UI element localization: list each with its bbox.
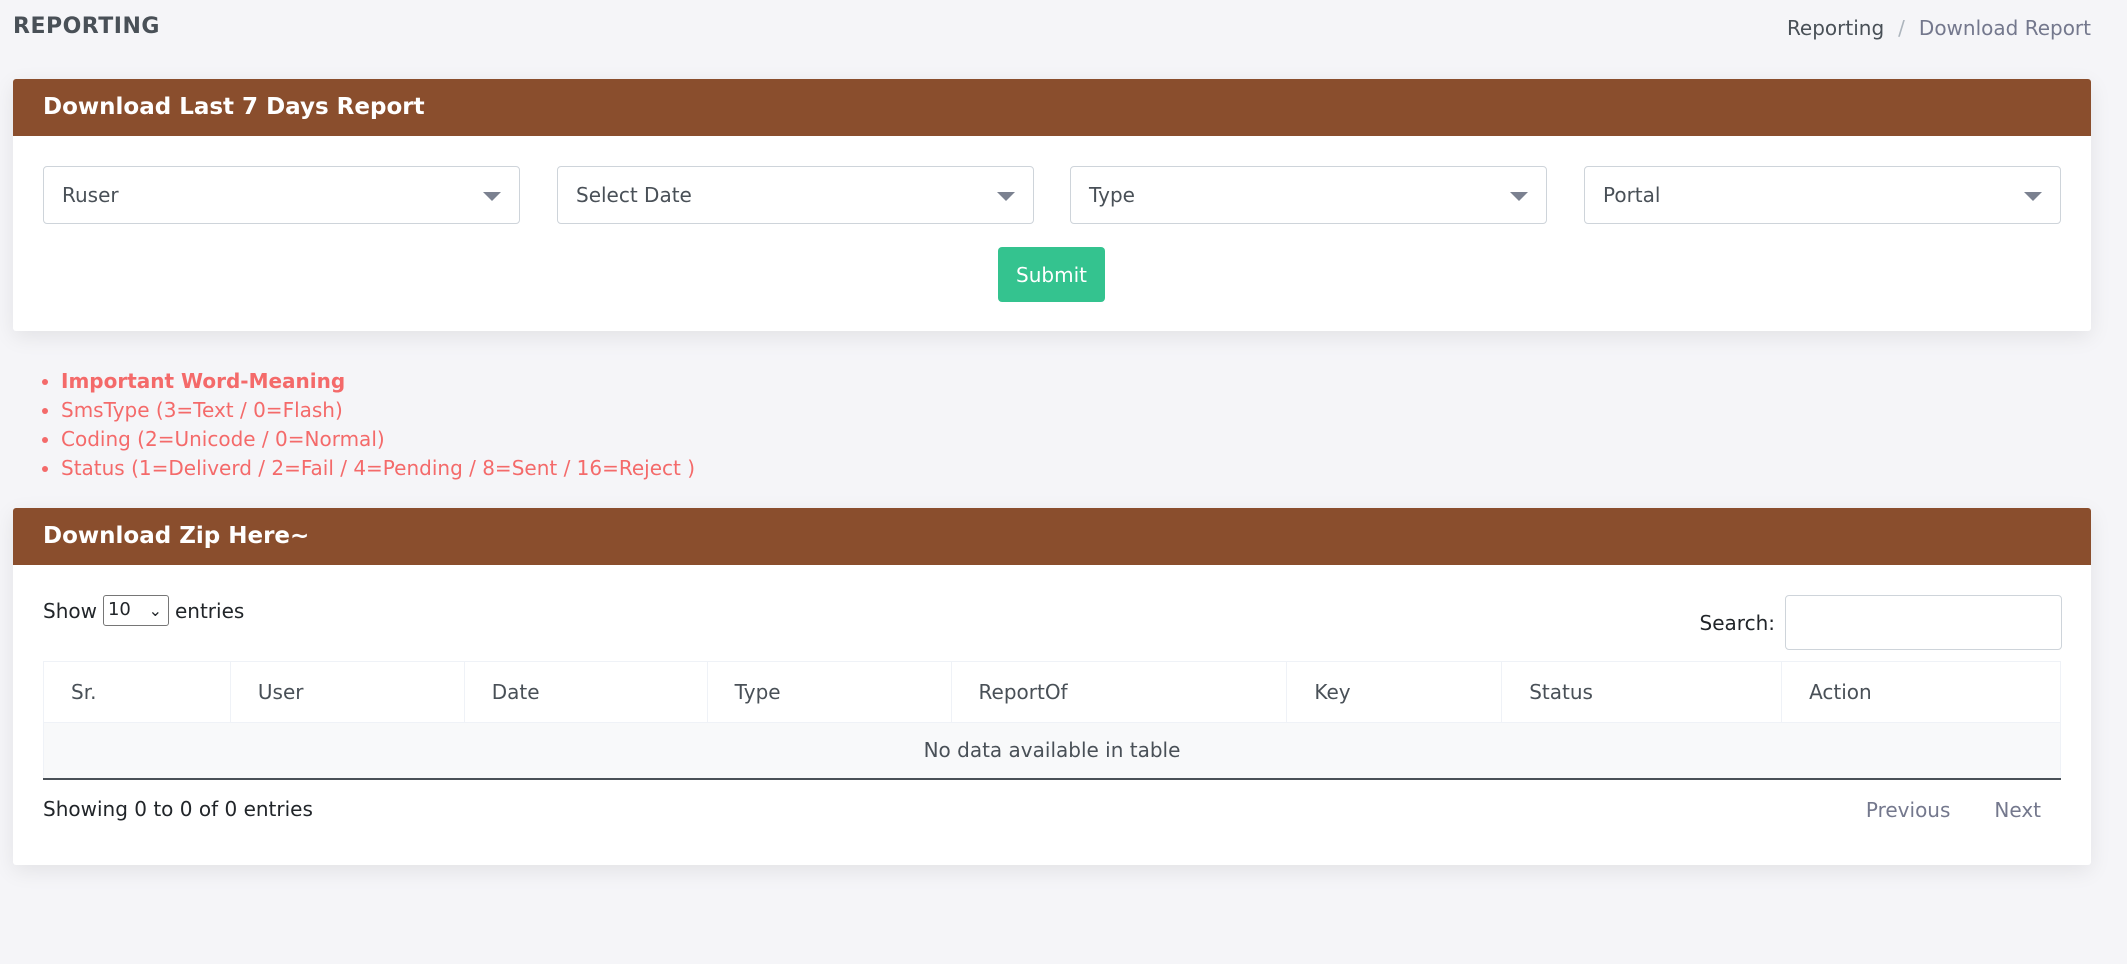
show-entries: Show 10 ⌄ entries [43,595,244,626]
search-label: Search: [1699,610,1775,635]
ruser-select-value: Ruser [62,183,119,207]
ruser-select[interactable]: Ruser [43,166,520,224]
page-length-value: 10 [107,599,131,620]
caret-down-icon [997,192,1015,201]
next-button[interactable]: Next [1994,798,2041,822]
column-header-action[interactable]: Action [1781,661,2061,723]
date-select[interactable]: Select Date [557,166,1034,224]
page-length-select[interactable]: 10 ⌄ [102,595,169,626]
download-zip-card-title: Download Zip Here~ [13,508,2091,565]
legend-heading: Important Word-Meaning [42,367,695,396]
zip-table: Sr. User Date Type ReportOf Key Status A… [43,661,2061,780]
breadcrumb: Reporting / Download Report [1787,16,2091,40]
column-header-sr[interactable]: Sr. [43,661,231,723]
table-header-row: Sr. User Date Type ReportOf Key Status A… [43,661,2061,723]
page-header: REPORTING Reporting / Download Report [13,0,2091,56]
column-header-key[interactable]: Key [1286,661,1503,723]
column-header-date[interactable]: Date [463,661,708,723]
entries-label: entries [174,598,245,623]
show-label: Show [43,598,97,623]
word-meaning-legend: Important Word-Meaning SmsType (3=Text /… [42,367,695,483]
table-row: No data available in table [43,722,2061,780]
table-search: Search: [1700,595,2062,650]
caret-down-icon [1510,192,1528,201]
download-report-card: Download Last 7 Days Report Ruser Select… [13,79,2091,331]
portal-select[interactable]: Portal [1584,166,2061,224]
caret-down-icon [483,192,501,201]
legend-item-status: Status (1=Deliverd / 2=Fail / 4=Pending … [42,454,695,483]
column-header-status[interactable]: Status [1501,661,1783,723]
empty-table-message: No data available in table [43,722,2061,780]
legend-item-smstype: SmsType (3=Text / 0=Flash) [42,396,695,425]
breadcrumb-current: Download Report [1918,16,2091,40]
search-input[interactable] [1785,595,2062,650]
submit-button[interactable]: Submit [998,247,1105,302]
download-report-card-title: Download Last 7 Days Report [13,79,2091,136]
portal-select-value: Portal [1603,183,1661,207]
page-title: REPORTING [13,14,160,39]
breadcrumb-separator: / [1898,16,1905,40]
legend-item-coding: Coding (2=Unicode / 0=Normal) [42,425,695,454]
download-zip-card: Download Zip Here~ Show 10 ⌄ entries Sea… [13,508,2091,865]
column-header-reportof[interactable]: ReportOf [950,661,1288,723]
breadcrumb-reporting-link[interactable]: Reporting [1787,16,1884,40]
pagination: Previous Next [1866,798,2041,822]
date-select-value: Select Date [576,183,692,207]
previous-button[interactable]: Previous [1866,798,1951,822]
type-select[interactable]: Type [1070,166,1547,224]
table-info: Showing 0 to 0 of 0 entries [43,797,313,821]
column-header-type[interactable]: Type [706,661,952,723]
column-header-user[interactable]: User [229,661,465,723]
caret-down-icon [2024,192,2042,201]
type-select-value: Type [1089,183,1135,207]
chevron-down-icon: ⌄ [148,601,162,620]
